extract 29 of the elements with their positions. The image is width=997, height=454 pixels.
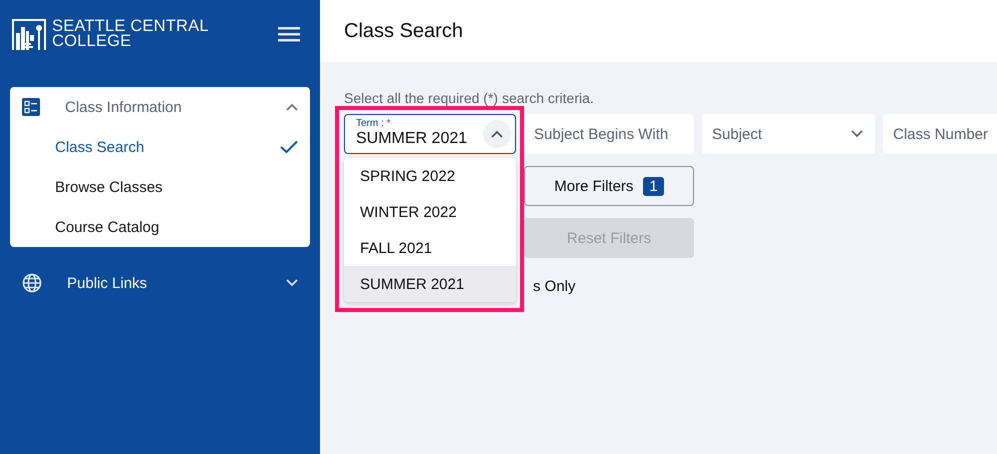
input-field[interactable]: Subject Begins With [524, 114, 694, 154]
count-badge: 1 [643, 176, 664, 196]
input-field[interactable]: Class Number [883, 114, 997, 154]
chevron-up-icon [491, 130, 503, 138]
menu-icon[interactable] [278, 26, 300, 42]
check-icon [280, 140, 298, 154]
toggle-button[interactable] [483, 120, 511, 148]
collapse-icon [286, 103, 298, 111]
dropdown-option[interactable]: FALL 2021 [344, 230, 516, 266]
dropdown-option[interactable]: SUMMER 2021 [344, 266, 516, 302]
instructions: Select all the required (*) search criteria. [344, 90, 595, 106]
globe-icon [22, 273, 42, 293]
subject-dropdown[interactable]: Subject [702, 114, 875, 154]
nav-item[interactable]: Course Catalog [10, 207, 310, 247]
dropdown-option[interactable]: SPRING 2022 [344, 158, 516, 194]
term-dropdown[interactable]: Term : * SUMMER 2021 [344, 114, 516, 154]
checkbox-label: s Only [532, 277, 577, 297]
page-title: Class Search [344, 20, 463, 42]
nav-group-header[interactable]: Class Information [10, 87, 310, 127]
nav-group-header[interactable]: Public Links [10, 263, 310, 303]
college-name: SEATTLE CENTRAL COLLEGE [52, 18, 209, 48]
chevron-down-icon [851, 130, 863, 138]
expand-icon [286, 279, 298, 287]
nav-item[interactable]: Class Search [10, 127, 310, 167]
nav-item[interactable]: Browse Classes [10, 167, 310, 207]
list-icon [22, 98, 40, 116]
more-filters-button[interactable]: More Filters 1 [524, 166, 694, 206]
dropdown-option[interactable]: WINTER 2022 [344, 194, 516, 230]
skyline-logo-icon [12, 17, 46, 50]
